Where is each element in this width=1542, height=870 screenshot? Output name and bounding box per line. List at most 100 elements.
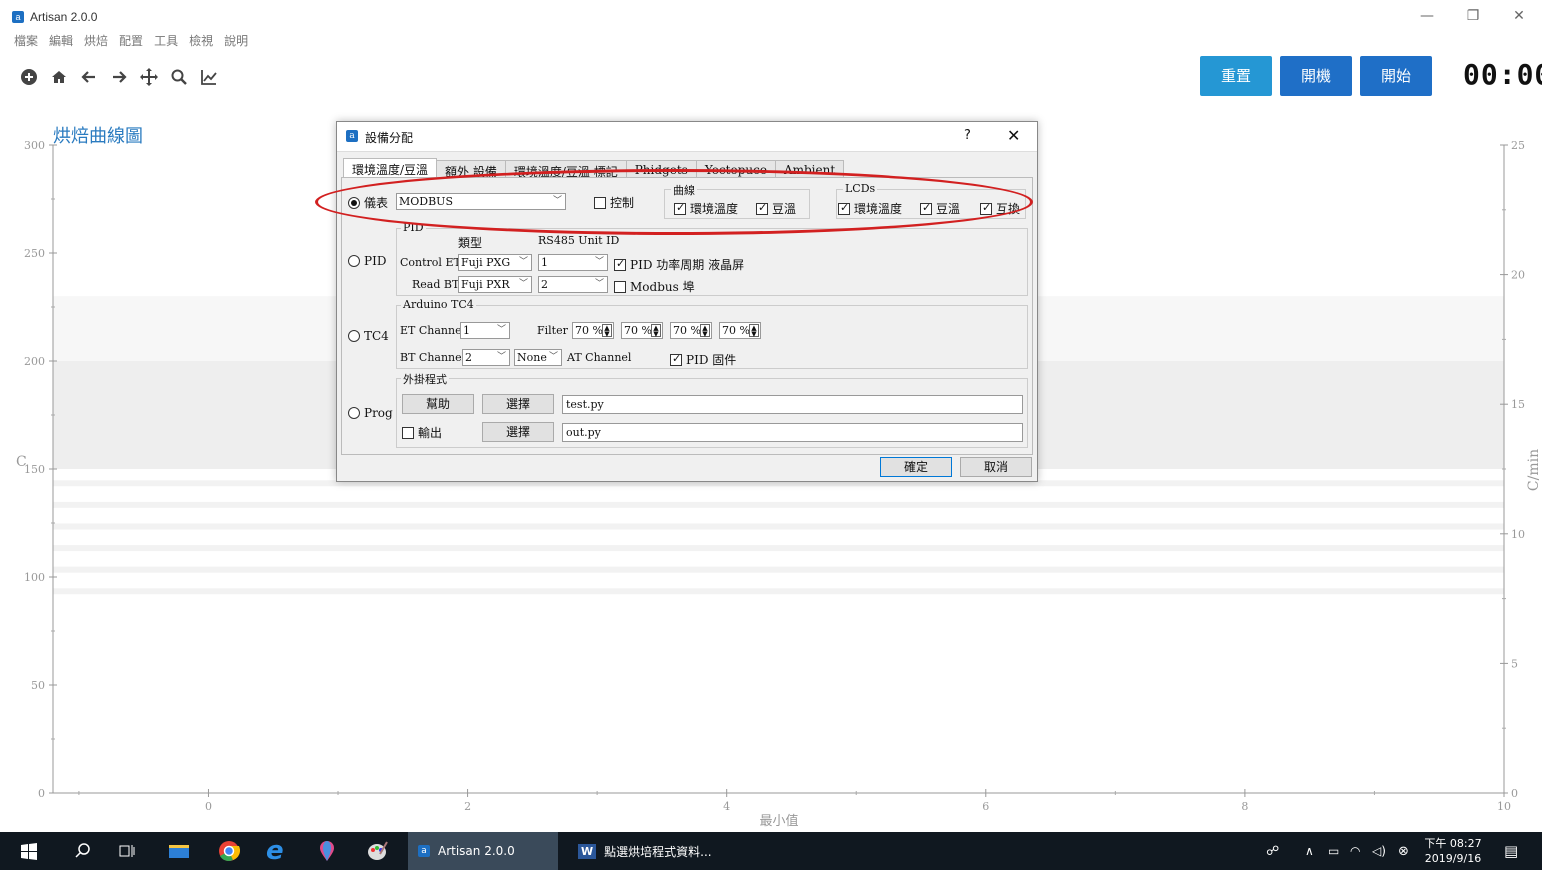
- chrome-icon[interactable]: [218, 832, 240, 870]
- x-axis-label: 最小值: [759, 813, 798, 829]
- stripe-band: [53, 588, 1504, 595]
- y-tick-label: 50: [31, 679, 45, 692]
- task-view-icon[interactable]: [118, 832, 136, 870]
- tc4-group-title: Arduino TC4: [401, 298, 476, 311]
- file-explorer-icon[interactable]: [168, 832, 190, 870]
- modbus-port-checkbox[interactable]: Modbus 埠: [614, 278, 695, 295]
- control-et-type-select[interactable]: Fuji PXG ﹀: [458, 254, 532, 271]
- y-tick-label: 250: [24, 247, 45, 260]
- filter-value-2: 70 %: [624, 324, 652, 337]
- y2-tick-label: 25: [1511, 139, 1525, 152]
- taskbar-word-label: 點選烘培程式資料...: [604, 844, 712, 859]
- prog-radio-label: Prog: [364, 406, 393, 420]
- et-channel-value: 1: [463, 324, 470, 337]
- filter-value-3: 70 %: [673, 324, 701, 337]
- y-tick-label: 0: [38, 787, 45, 800]
- spin-arrows-icon[interactable]: ▲ ▼: [700, 324, 710, 338]
- y-tick-label: 300: [24, 139, 45, 152]
- people-icon[interactable]: ☍: [1266, 832, 1279, 870]
- search-icon[interactable]: [74, 832, 92, 870]
- dialog-close-button[interactable]: ✕: [1007, 126, 1020, 145]
- notification-off-icon[interactable]: ⊗: [1398, 832, 1409, 870]
- bt-channel-select[interactable]: 2 ﹀: [462, 349, 510, 366]
- taskbar-word[interactable]: W 點選烘培程式資料...: [570, 832, 770, 870]
- dialog-title: 設備分配: [365, 131, 414, 145]
- cancel-button[interactable]: 取消: [960, 457, 1032, 477]
- x-tick-label: 2: [464, 800, 471, 813]
- filter-spinbox-3[interactable]: 70 % ▲ ▼: [670, 322, 712, 339]
- clock-date: 2019/9/16: [1424, 852, 1482, 865]
- read-bt-unit-select[interactable]: 2 ﹀: [538, 276, 608, 293]
- select-input-button[interactable]: 選擇: [482, 394, 554, 414]
- battery-icon[interactable]: ▭: [1328, 832, 1339, 870]
- et-channel-select[interactable]: 1 ﹀: [460, 322, 510, 339]
- pid-radio-label: PID: [364, 254, 387, 268]
- taskbar: e a Artisan 2.0.0 W 點選烘培程式資料... ☍ ∧ ▭ ◠ …: [0, 832, 1542, 870]
- chevron-down-icon: ﹀: [496, 352, 506, 362]
- dialog-header: a 設備分配 ? ✕: [337, 122, 1037, 152]
- filter-label: Filter: [537, 324, 568, 337]
- modbus-port-label: Modbus 埠: [630, 280, 695, 294]
- x-tick-label: 6: [982, 800, 989, 813]
- at-channel-select[interactable]: None ﹀: [514, 349, 562, 366]
- windows-start-icon[interactable]: [20, 832, 38, 870]
- y2-tick-label: 15: [1511, 398, 1525, 411]
- clock[interactable]: 下午 08:27 2019/9/16: [1420, 832, 1486, 870]
- pid-duty-lcd-checkbox[interactable]: PID 功率周期 液晶屏: [614, 256, 744, 273]
- control-et-unit-select[interactable]: 1 ﹀: [538, 254, 608, 271]
- y-tick-label: 100: [24, 571, 45, 584]
- bt-channel-value: 2: [465, 351, 472, 364]
- read-bt-type-select[interactable]: Fuji PXR ﹀: [458, 276, 532, 293]
- dialog-help-button[interactable]: ?: [964, 128, 971, 143]
- x-tick-label: 0: [205, 800, 212, 813]
- filter-spinbox-4[interactable]: 70 % ▲ ▼: [719, 322, 761, 339]
- x-tick-label: 8: [1241, 800, 1248, 813]
- pid-radio[interactable]: PID: [348, 254, 386, 268]
- filter-spinbox-2[interactable]: 70 % ▲ ▼: [621, 322, 663, 339]
- control-et-label: Control ET: [400, 256, 461, 269]
- chevron-down-icon: ﹀: [548, 352, 558, 362]
- tc4-radio-label: TC4: [364, 329, 389, 343]
- spin-arrows-icon[interactable]: ▲ ▼: [749, 324, 759, 338]
- pid-firmware-checkbox[interactable]: PID 固件: [670, 351, 736, 368]
- filter-spinbox-1[interactable]: 70 % ▲ ▼: [572, 322, 614, 339]
- pid-type-header: 類型: [458, 236, 483, 250]
- stripe-band: [53, 566, 1504, 573]
- y2-tick-label: 0: [1511, 787, 1518, 800]
- select-output-button[interactable]: 選擇: [482, 422, 554, 442]
- artisan-icon: a: [418, 845, 430, 857]
- internet-explorer-icon[interactable]: e: [266, 832, 284, 870]
- y2-tick-label: 10: [1511, 528, 1525, 541]
- volume-icon[interactable]: ◁): [1372, 832, 1386, 870]
- prog-radio[interactable]: Prog: [348, 406, 393, 420]
- read-bt-unit-value: 2: [541, 278, 548, 291]
- y-tick-label: 150: [24, 463, 45, 476]
- help-button[interactable]: 幫助: [402, 394, 474, 414]
- pid-firmware-label: PID 固件: [686, 353, 737, 367]
- action-center-icon[interactable]: ▤: [1504, 832, 1518, 870]
- prog-group-title: 外掛程式: [401, 371, 449, 387]
- pid-unit-header: RS485 Unit ID: [538, 234, 620, 247]
- paint-icon[interactable]: [366, 832, 388, 870]
- maps-pin-icon[interactable]: [318, 832, 336, 870]
- taskbar-artisan[interactable]: a Artisan 2.0.0: [408, 832, 558, 870]
- spin-arrows-icon[interactable]: ▲ ▼: [602, 324, 612, 338]
- wifi-icon[interactable]: ◠: [1350, 832, 1360, 870]
- at-channel-value: None: [517, 351, 547, 364]
- input-program-field[interactable]: test.py: [562, 395, 1023, 414]
- clock-time: 下午 08:27: [1424, 837, 1482, 850]
- artisan-icon: a: [346, 130, 358, 142]
- taskbar-artisan-label: Artisan 2.0.0: [438, 844, 515, 858]
- tab-et-bt[interactable]: 環境溫度/豆溫: [343, 158, 438, 178]
- stripe-band: [53, 501, 1504, 508]
- spin-arrows-icon[interactable]: ▲ ▼: [651, 324, 661, 338]
- tc4-radio[interactable]: TC4: [348, 329, 389, 343]
- chevron-up-icon[interactable]: ∧: [1305, 832, 1314, 870]
- ok-button[interactable]: 確定: [880, 457, 952, 477]
- y2-axis-label: C/min: [1526, 449, 1542, 491]
- output-program-field[interactable]: out.py: [562, 423, 1023, 442]
- output-checkbox[interactable]: 輸出: [402, 424, 442, 441]
- filter-value-4: 70 %: [722, 324, 750, 337]
- read-bt-label: Read BT: [412, 278, 460, 291]
- chevron-down-icon: ﹀: [496, 325, 506, 335]
